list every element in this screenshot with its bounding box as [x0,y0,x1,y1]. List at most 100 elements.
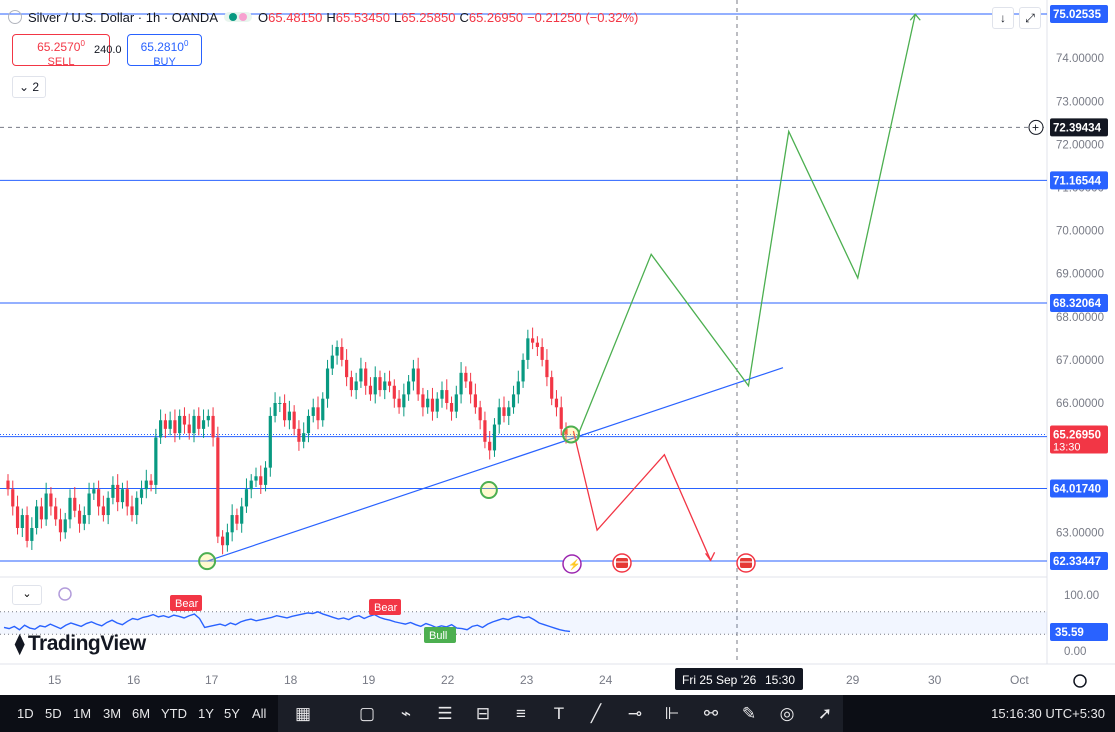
range-1y[interactable]: 1Y [198,695,214,732]
candle-body [82,515,86,524]
indicators-toggle[interactable]: ⌄ 2 [12,76,46,98]
chevron-down-icon: ⌄ [22,588,32,600]
pitchfork-icon[interactable]: ≡ [508,695,534,732]
market-status-badge[interactable] [224,12,252,22]
x-tick-label: 29 [846,673,860,687]
download-icon[interactable]: ↓ [992,7,1014,29]
text-icon[interactable]: T [546,695,572,732]
y-tick-label: 66.00000 [1056,398,1104,410]
candle-body [426,398,430,408]
candle-body [531,338,535,343]
candle-body [154,437,158,485]
path-icon[interactable]: ⌁ [393,695,419,732]
brush-icon[interactable]: ⚯ [698,695,724,732]
symbol-title[interactable]: Silver / U.S. Dollar · 1h · OANDA [28,10,218,25]
close-label: C [459,9,469,25]
candle-body [216,437,220,537]
candle-body [449,403,454,412]
candle-body [435,398,439,412]
close-value: 65.26950 [468,9,524,25]
candle-body [259,476,263,485]
candle-body [469,381,473,395]
trendline [206,367,784,562]
candle-body [135,497,139,516]
rectangle-icon[interactable]: ▢ [354,695,380,732]
price-level-label: 64.01740 [1053,483,1101,495]
candle-body [526,338,530,360]
candle-body [221,536,225,546]
candle-body [416,368,420,395]
wave-icon [239,13,247,21]
candle-body [392,385,396,399]
range-5y[interactable]: 5Y [224,695,240,732]
candle-body [116,484,120,503]
candle-body [516,381,520,395]
range-all[interactable]: All [252,695,266,732]
candle-body [6,480,10,490]
candle-body [182,415,187,425]
settings-gear-icon [1073,674,1087,688]
x-tick-label: 30 [928,673,942,687]
range-5d[interactable]: 5D [45,695,62,732]
candle-body [502,407,506,416]
fullscreen-icon[interactable]: ⤢ [1019,7,1041,29]
y-tick-label: 68.00000 [1056,312,1104,324]
y-tick-label: 67.00000 [1056,355,1104,367]
candle-body [430,398,435,412]
x-tick-label: 17 [205,673,219,687]
x-tick-label: Oct [1010,673,1029,687]
candle-body [206,415,210,421]
tradingview-logo[interactable]: ⧫ TradingView [15,632,146,656]
candle-body [383,381,387,391]
fib-icon[interactable]: ☰ [432,695,458,732]
candle-body [454,394,458,412]
candle-body [163,420,167,429]
candle-body [268,415,272,468]
long-position-icon[interactable]: ⊟ [470,695,496,732]
candle-body [397,398,401,408]
x-tick-label: 24 [599,673,613,687]
candle-body [192,415,196,434]
eye-icon[interactable]: ◎ [774,695,800,732]
trendline-icon[interactable]: ╱ [583,695,609,732]
oscillator-collapse-button[interactable]: ⌄ [12,585,42,605]
rsi-tick-label: 0.00 [1064,646,1086,658]
candle-body [545,359,549,378]
candle-body [130,506,134,516]
nodes-icon[interactable]: ✎ [736,695,762,732]
projection-icon[interactable]: ⊸ [622,695,648,732]
calendar-icon[interactable]: ▦ [290,695,316,732]
chart-canvas[interactable]: 63.0000064.0000065.0000066.0000067.00000… [0,0,1115,695]
buy-button[interactable]: 65.28100 BUY [127,34,202,68]
range-3m[interactable]: 3M [103,695,121,732]
range-1m[interactable]: 1M [73,695,91,732]
arrow-icon[interactable]: ➚ [812,695,838,732]
bear-label: Bear [374,602,398,614]
candle-body [340,346,344,360]
candle-body [354,381,358,391]
y-tick-label: 73.00000 [1056,96,1104,108]
x-tick-label: 16 [127,673,141,687]
candle-body [225,532,229,546]
candle-body [149,480,153,485]
candle-body [111,484,115,498]
candle-body [554,398,559,408]
bear-label: Bear [175,598,199,610]
range-ytd[interactable]: YTD [161,695,187,732]
candle-body [144,480,148,490]
candle-body [311,407,315,416]
candle-body [211,415,215,438]
clock[interactable]: 15:16:30 UTC+5:30 [991,695,1105,732]
candle-body [306,415,311,434]
candle-body [550,377,554,399]
pivot-marker-circle [198,552,217,571]
range-6m[interactable]: 6M [132,695,150,732]
candle-body [421,394,425,408]
countdown-label: 13:30 [1053,441,1081,453]
measure-icon[interactable]: ⊩ [659,695,685,732]
candle-body [159,420,163,438]
candle-body [387,381,392,386]
range-1d[interactable]: 1D [17,695,34,732]
x-tick-label: 19 [362,673,376,687]
x-tick-label: 15 [48,673,62,687]
